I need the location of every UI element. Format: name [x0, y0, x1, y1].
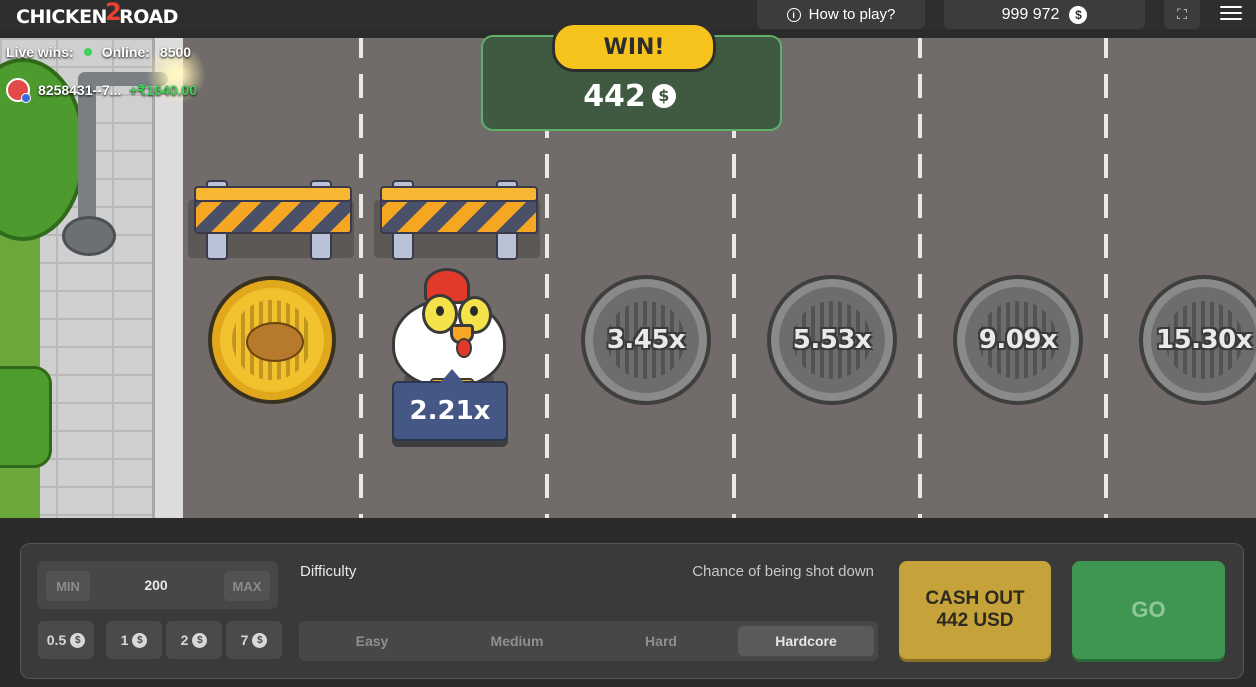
- how-to-play-label: How to play?: [808, 6, 896, 23]
- live-wins-bar: Live wins: Online: 8500: [6, 44, 191, 60]
- road-barrier-icon: [188, 180, 354, 260]
- go-button[interactable]: GO: [1072, 561, 1225, 659]
- live-win-amount: +₹1640.00: [129, 81, 197, 98]
- win-amount: 442 $: [481, 76, 778, 116]
- multiplier-label: 9.09x: [978, 325, 1058, 355]
- curb: [152, 38, 183, 518]
- lane-divider: [1104, 38, 1108, 518]
- min-bet-button[interactable]: MIN: [46, 571, 90, 601]
- lane-divider: [918, 38, 922, 518]
- cash-out-label: CASH OUT: [925, 588, 1025, 609]
- chance-label: Chance of being shot down: [692, 563, 874, 580]
- quick-bet-value: 7: [240, 632, 249, 648]
- balance-display: 999 972 $: [944, 0, 1145, 29]
- dollar-coin-icon: $: [1069, 5, 1088, 24]
- dollar-coin-icon: $: [651, 84, 676, 108]
- multiplier-label: 5.53x: [792, 325, 872, 355]
- dollar-coin-icon: $: [132, 632, 148, 648]
- quick-bet-button[interactable]: 0.5 $: [38, 621, 94, 659]
- multiplier-label: 15.30x: [1155, 325, 1253, 355]
- live-win-entry: 8258431--7... +₹1640.00: [6, 78, 197, 103]
- live-wins-label: Live wins:: [6, 44, 74, 60]
- game-logo: CHICKEN2ROAD: [16, 0, 178, 28]
- quick-bet-button[interactable]: 7 $: [226, 621, 282, 659]
- road-barrier-icon: [374, 180, 540, 260]
- live-win-user: 8258431--7...: [38, 82, 122, 98]
- quick-bet-value: 0.5: [46, 632, 67, 648]
- multiplier-label: 3.45x: [606, 325, 686, 355]
- manhole-multiplier[interactable]: 5.53x: [767, 275, 897, 405]
- cash-out-amount: 442 USD: [936, 610, 1014, 631]
- difficulty-title: Difficulty: [300, 563, 357, 580]
- how-to-play-button[interactable]: i How to play?: [757, 0, 925, 29]
- manhole-multiplier[interactable]: 9.09x: [953, 275, 1083, 405]
- balance-value: 999 972: [1001, 5, 1060, 23]
- lane-divider: [359, 38, 363, 518]
- dollar-coin-icon: $: [192, 632, 208, 648]
- cash-out-button[interactable]: CASH OUT 442 USD: [899, 561, 1051, 659]
- roasted-chicken-coin-icon: [208, 276, 336, 404]
- quick-bet-button[interactable]: 1 $: [106, 621, 162, 659]
- dollar-coin-icon: $: [70, 632, 86, 648]
- menu-icon[interactable]: [1220, 2, 1242, 24]
- street-lamp-base: [62, 216, 116, 256]
- manhole-multiplier[interactable]: 3.45x: [581, 275, 711, 405]
- difficulty-easy[interactable]: Easy: [304, 626, 440, 656]
- win-label: WIN!: [552, 22, 716, 72]
- current-multiplier-badge: 2.21x: [392, 369, 508, 441]
- bet-amount-input[interactable]: 200: [110, 577, 202, 595]
- online-dot-icon: [83, 48, 92, 56]
- quick-bet-value: 1: [120, 632, 129, 648]
- quick-bet-button[interactable]: 2 $: [166, 621, 222, 659]
- max-bet-button[interactable]: MAX: [224, 571, 270, 601]
- manhole-multiplier[interactable]: 15.30x: [1139, 275, 1256, 405]
- bush-icon: [0, 366, 52, 468]
- info-icon: i: [786, 7, 801, 22]
- fullscreen-icon[interactable]: ⛶: [1164, 0, 1200, 29]
- difficulty-medium[interactable]: Medium: [449, 626, 585, 656]
- quick-bet-value: 2: [180, 632, 189, 648]
- online-label: Online:: [101, 44, 150, 60]
- win-amount-value: 442: [583, 78, 646, 114]
- difficulty-hard[interactable]: Hard: [593, 626, 729, 656]
- difficulty-hardcore[interactable]: Hardcore: [738, 626, 874, 656]
- online-count: 8500: [159, 44, 192, 60]
- dollar-coin-icon: $: [252, 632, 268, 648]
- avatar: [6, 78, 31, 103]
- street-lamp-pole: [78, 78, 96, 238]
